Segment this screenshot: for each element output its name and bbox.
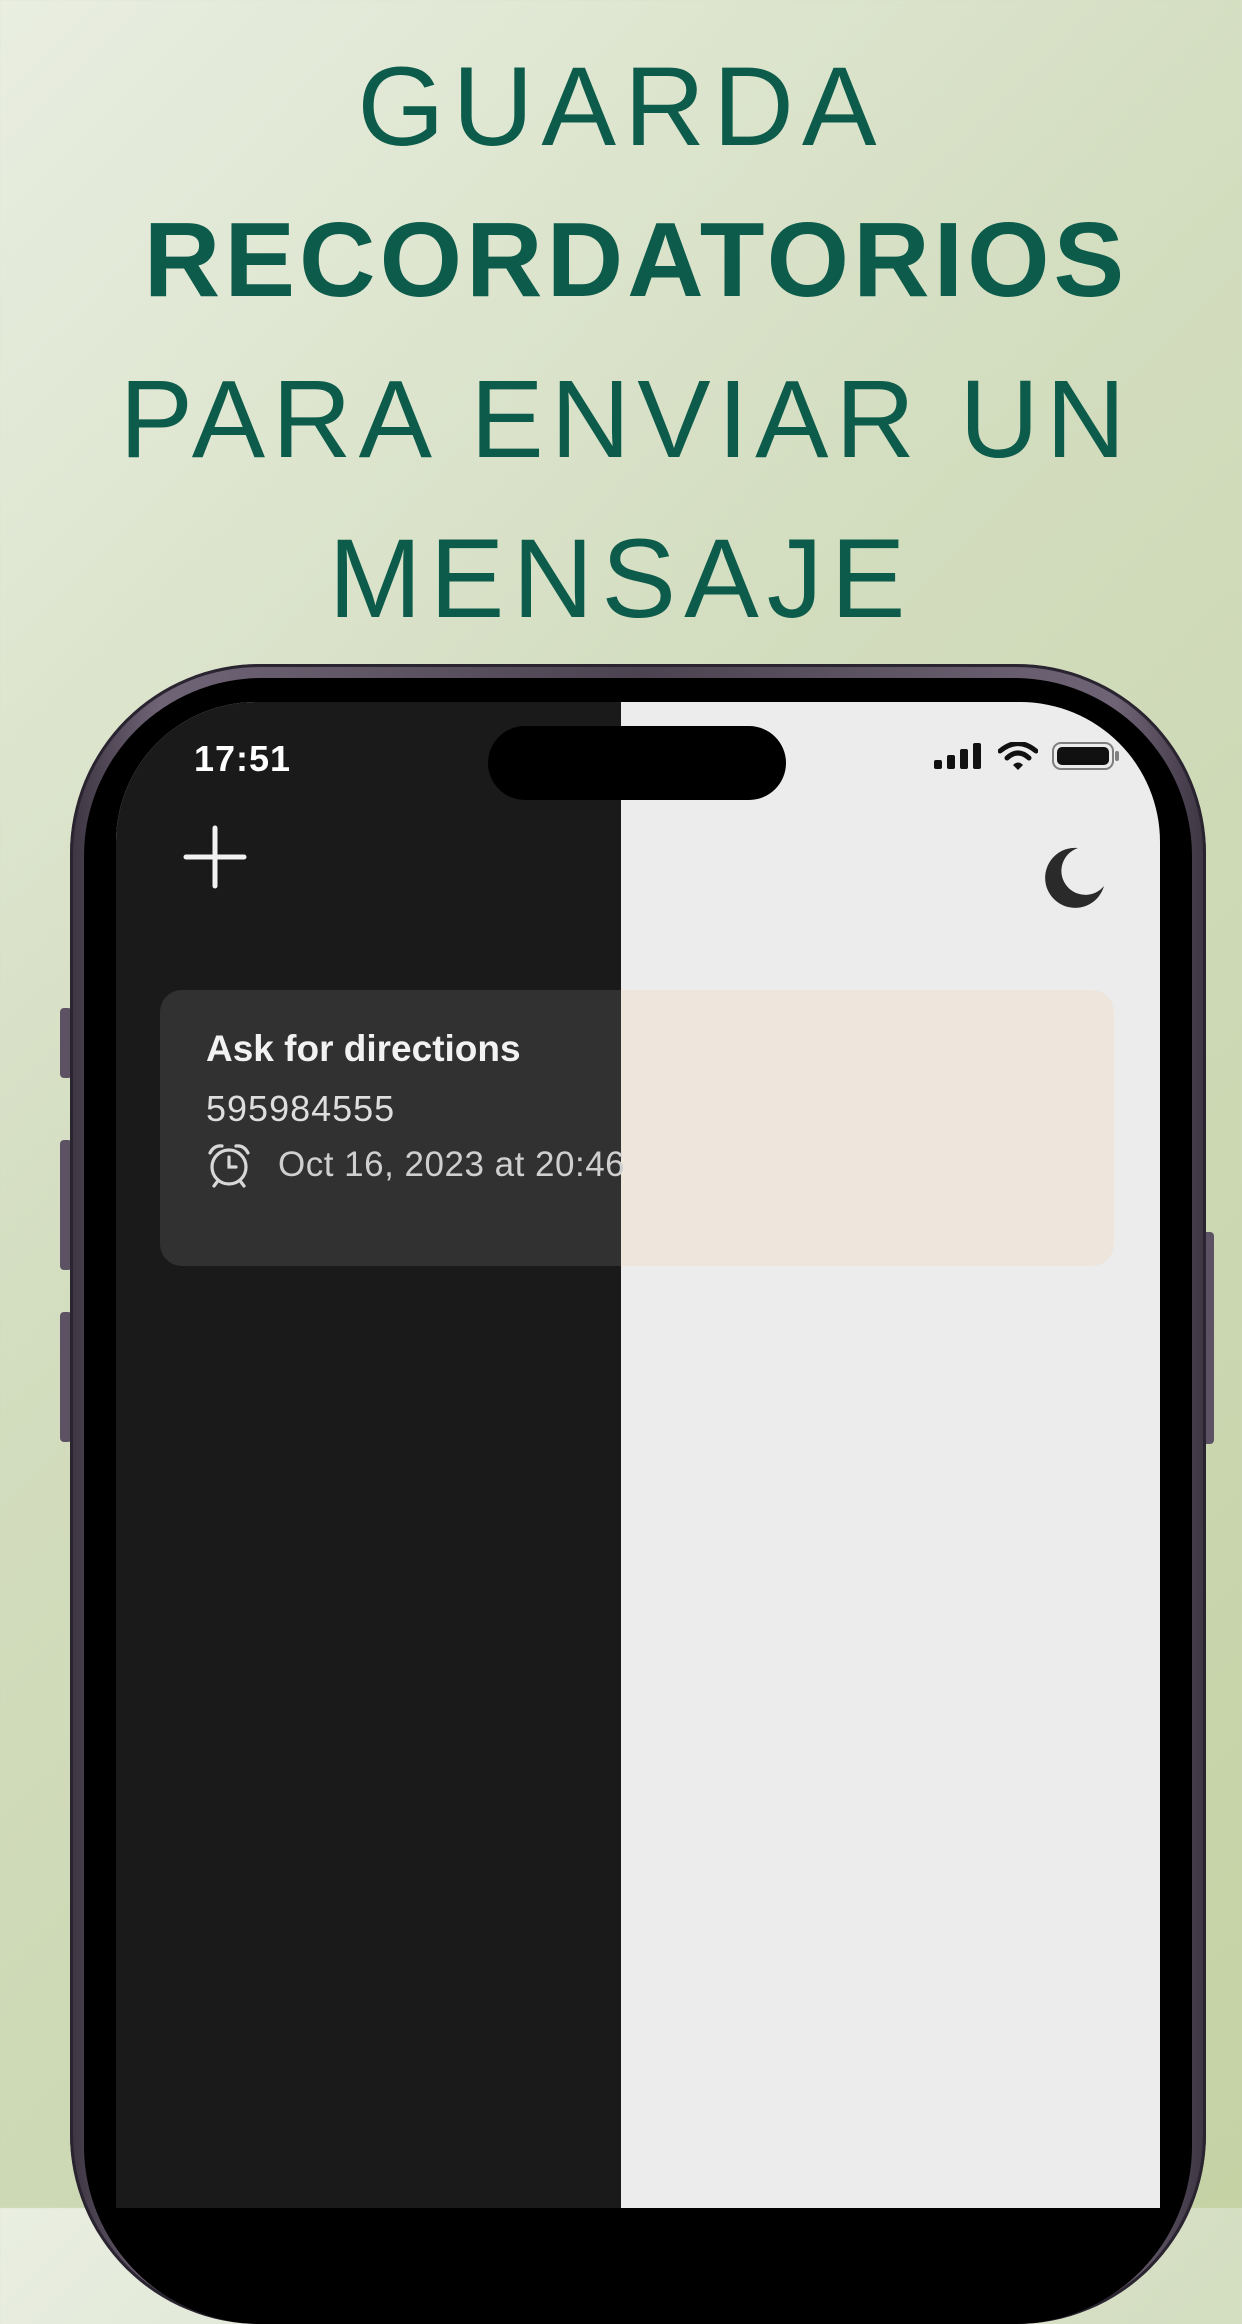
status-time: 17:51	[194, 738, 292, 779]
reminder-phone-number: 595984555	[206, 1088, 396, 1129]
theme-toggle-button[interactable]	[1038, 842, 1108, 912]
add-reminder-button[interactable]	[180, 822, 250, 892]
reminder-card[interactable]: Ask for directions 595984555 Oct 16, 202…	[160, 990, 1114, 1266]
battery-icon	[1052, 742, 1119, 770]
headline-line-1: GUARDA	[357, 44, 885, 169]
status-icons	[934, 742, 1120, 770]
reminder-title: Ask for directions	[206, 1028, 521, 1069]
wifi-icon	[998, 742, 1038, 770]
reminder-alarm-row: Oct 16, 2023 at 20:46	[206, 1140, 625, 1190]
dark-mode-half	[116, 702, 621, 2208]
headline-line-2: RECORDATORIOS	[143, 201, 1129, 319]
moon-icon	[1045, 847, 1104, 908]
cellular-signal-icon	[934, 743, 981, 769]
dynamic-island	[488, 726, 786, 800]
headline-line-4: MENSAJE	[328, 516, 914, 641]
alarm-clock-icon	[208, 1144, 250, 1188]
app-screen: 17:51 Ask for directions 595984555 Oct 1…	[116, 702, 1160, 2208]
headline-line-3: PARA ENVIAR UN	[119, 358, 1133, 481]
reminder-datetime: Oct 16, 2023 at 20:46	[278, 1145, 626, 1184]
plus-icon	[183, 825, 247, 889]
